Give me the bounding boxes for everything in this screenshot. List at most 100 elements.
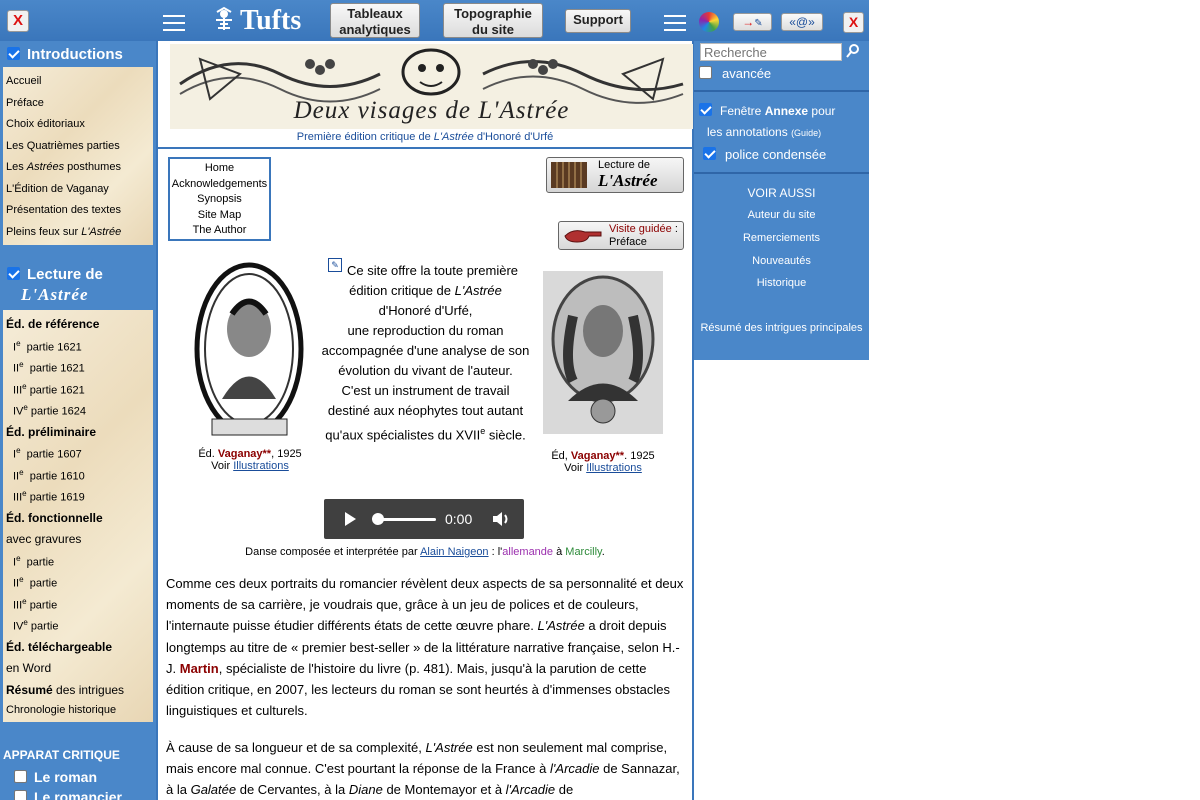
ed-ref-part-1[interactable]: Ie partie 1621	[13, 339, 82, 354]
tufts-logo[interactable]: Tufts	[214, 6, 301, 36]
le-roman-item[interactable]: Le roman	[14, 769, 97, 785]
dance-credit: Danse composée et interprétée par Alain …	[158, 546, 692, 558]
label: partie 1619	[29, 491, 85, 504]
text: Première édition critique de	[296, 131, 434, 143]
label: Le romancier	[34, 789, 122, 800]
email-button[interactable]: «@»	[781, 13, 823, 31]
link-remerciements[interactable]: Remerciements	[694, 232, 869, 244]
text: Diane	[348, 782, 383, 798]
text: .	[601, 546, 605, 558]
menu-icon-right[interactable]	[664, 15, 686, 31]
checkbox-icon[interactable]	[14, 790, 27, 800]
introductions-header[interactable]: Introductions	[7, 46, 123, 63]
nav-pleins-feux[interactable]: Pleins feux sur L'Astrée	[6, 226, 121, 238]
text: Vaganay**	[570, 450, 625, 462]
arrow-button[interactable]: →✎	[733, 13, 772, 31]
ed-prelim-part-2[interactable]: IIe partie 1610	[13, 468, 85, 483]
fonc-part-4[interactable]: IVe partie	[13, 618, 58, 633]
fonc-part-3[interactable]: IIIe partie	[13, 597, 57, 612]
visite-guidee-button[interactable]: Visite guidée : Préface	[558, 221, 684, 250]
caption-right: Éd, Vaganay**. 1925 Voir Illustrations	[533, 450, 673, 474]
checkbox-icon[interactable]	[699, 66, 712, 79]
label: partie 1624	[30, 405, 86, 418]
martin-name[interactable]: Martin	[180, 661, 219, 676]
nav-edition-vaganay[interactable]: L'Édition de Vaganay	[6, 183, 109, 195]
nav-synopsis[interactable]: Synopsis	[170, 192, 269, 208]
tableaux-analytiques-button[interactable]: Tableaux analytiques	[330, 3, 420, 38]
sup: e	[16, 339, 21, 348]
link-resume-intrigues[interactable]: Résumé des intrigues principales	[694, 322, 869, 334]
ed-fonctionnelle[interactable]: Éd. fonctionnelle	[6, 511, 103, 525]
text: :	[671, 223, 678, 235]
portrait-engraving-left[interactable]	[192, 259, 307, 441]
color-wheel-icon[interactable]	[699, 12, 719, 32]
portrait-image	[543, 271, 663, 434]
checkbox-icon[interactable]	[699, 103, 712, 116]
fenetre-annexe-option[interactable]: Fenêtre Annexe pour	[699, 103, 835, 118]
intro-line: destiné aux néophytes tout autant	[327, 403, 524, 418]
checkbox-icon[interactable]	[703, 147, 716, 160]
illustrations-link-left[interactable]: Illustrations	[233, 460, 289, 472]
nav-choix-editoriaux[interactable]: Choix éditoriaux	[6, 118, 85, 130]
guide-link[interactable]: (Guide)	[791, 128, 821, 138]
fonc-part-1[interactable]: Ie partie	[13, 554, 54, 569]
en-word[interactable]: en Word	[6, 661, 51, 675]
ed-ref-part-4[interactable]: IVe partie 1624	[13, 403, 86, 418]
portrait-engraving-right[interactable]	[543, 271, 663, 434]
volume-icon[interactable]	[492, 511, 510, 527]
english-nav-box: Home Acknowledgements Synopsis Site Map …	[168, 157, 271, 241]
resume-intrigues[interactable]: Résumé des intrigues	[6, 683, 124, 697]
divider	[158, 147, 692, 149]
checkbox-icon[interactable]	[14, 770, 27, 783]
link-historique[interactable]: Historique	[694, 277, 869, 289]
ed-reference[interactable]: Éd. de référence	[6, 317, 99, 331]
avec-gravures[interactable]: avec gravures	[6, 532, 81, 546]
caption-line: Voir Illustrations	[533, 462, 673, 474]
ed-prelim-part-1[interactable]: Ie partie 1607	[13, 446, 82, 461]
fonc-part-2[interactable]: IIe partie	[13, 575, 57, 590]
nav-astrees-posthumes[interactable]: Les Astrées posthumes	[6, 161, 121, 173]
le-romancier-item[interactable]: Le romancier	[14, 789, 122, 800]
search-input[interactable]	[700, 43, 842, 61]
illustrations-link-right[interactable]: Illustrations	[586, 462, 642, 474]
close-right-button[interactable]: X	[843, 12, 864, 33]
audio-note-icon[interactable]: ✎	[328, 258, 342, 272]
chronologie-historique[interactable]: Chronologie historique	[6, 704, 116, 716]
lecture-astree-button[interactable]: Lecture de L'Astrée	[546, 157, 684, 193]
link-auteur[interactable]: Auteur du site	[694, 209, 869, 221]
ed-prelim-part-3[interactable]: IIIe partie 1619	[13, 489, 85, 504]
support-button[interactable]: Support	[565, 9, 631, 33]
nav-the-author[interactable]: The Author	[170, 223, 269, 239]
checkbox-icon[interactable]	[7, 267, 20, 280]
num: IV	[13, 620, 24, 633]
label: partie	[29, 577, 58, 590]
link-nouveautes[interactable]: Nouveautés	[694, 255, 869, 267]
ed-ref-part-2[interactable]: IIe partie 1621	[13, 360, 85, 375]
ed-preliminaire[interactable]: Éd. préliminaire	[6, 425, 96, 439]
avancee-option[interactable]: avancée	[699, 66, 771, 81]
button-line: Tableaux	[347, 6, 403, 21]
audio-progress-thumb[interactable]	[372, 513, 384, 525]
section-label: Lecture de	[27, 266, 103, 283]
nav-quatriemes-parties[interactable]: Les Quatrièmes parties	[6, 140, 120, 152]
ed-ref-part-3[interactable]: IIIe partie 1621	[13, 382, 85, 397]
nav-accueil[interactable]: Accueil	[6, 75, 41, 87]
nav-home[interactable]: Home	[170, 161, 269, 177]
nav-site-map[interactable]: Site Map	[170, 208, 269, 224]
menu-icon-left[interactable]	[163, 15, 185, 31]
police-condensee-option[interactable]: police condensée	[703, 147, 826, 162]
play-icon[interactable]	[343, 512, 357, 526]
ed-telechargeable[interactable]: Éd. téléchargeable	[6, 640, 112, 654]
lecture-header[interactable]: Lecture de	[7, 266, 103, 283]
close-left-button[interactable]: X	[7, 10, 29, 32]
nav-acknowledgements[interactable]: Acknowledgements	[170, 177, 269, 193]
sup: e	[16, 446, 21, 455]
intro-line: édition critique de L'Astrée	[318, 281, 533, 301]
nav-presentation-textes[interactable]: Présentation des textes	[6, 204, 121, 216]
topographie-button[interactable]: Topographie du site	[443, 3, 543, 38]
nav-preface[interactable]: Préface	[6, 97, 44, 109]
checkbox-icon[interactable]	[7, 47, 20, 60]
intro-line: évolution du vivant de l'auteur.	[338, 363, 513, 378]
search-icon[interactable]	[846, 44, 860, 58]
alain-naigeon-link[interactable]: Alain Naigeon	[420, 546, 489, 558]
